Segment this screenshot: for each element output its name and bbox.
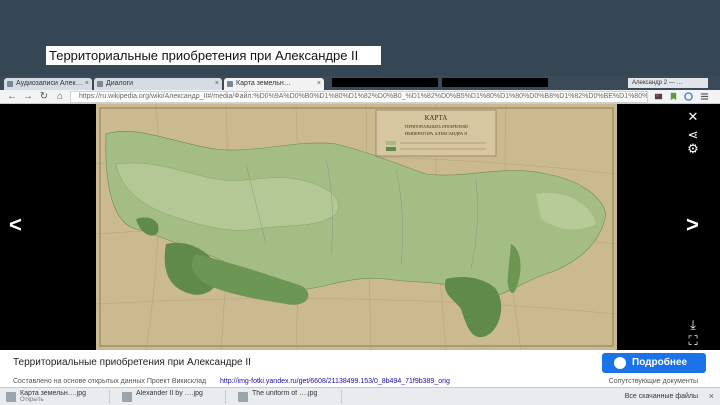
file-icon (6, 392, 16, 402)
tab-map[interactable]: Карта земельн… × (224, 78, 324, 90)
download-status: Открыть (20, 397, 44, 403)
extension-icon[interactable] (654, 92, 663, 101)
map-subtitle-1: ТЕРРИТОРІАЛЬНЫХЪ ПРІОБРѢТЕНІЙ (404, 124, 468, 129)
download-name: The uniform of ….jpg (252, 390, 318, 397)
tab-close-icon[interactable]: × (215, 78, 219, 90)
tab-label: Диалоги (106, 80, 134, 87)
historical-map-image: КАРТА ТЕРРИТОРІАЛЬНЫХЪ ПРІОБРѢТЕНІЙ ИМПЕ… (96, 104, 617, 350)
home-icon[interactable]: ⌂ (54, 91, 66, 103)
slide-header: Территориальные приобретения при Алексан… (0, 0, 720, 76)
bookmark-icon[interactable] (669, 92, 678, 101)
reload-icon[interactable]: ↻ (38, 91, 50, 103)
image-caption: Территориальные приобретения при Алексан… (13, 357, 251, 368)
source-row: Составлено на основе открытых данных Про… (0, 376, 720, 387)
tab-label: Аудиозаписи Алек… (16, 80, 83, 87)
download-name: Alexander II by ….jpg (136, 390, 203, 397)
settings-icon[interactable]: ⚙ (686, 142, 700, 156)
favicon-icon (227, 81, 233, 87)
tab-close-icon[interactable]: × (85, 78, 89, 90)
download-item[interactable]: Alexander II by ….jpg (118, 390, 226, 404)
redacted-tab (332, 78, 438, 87)
file-icon (238, 392, 248, 402)
forward-icon[interactable]: → (22, 91, 34, 103)
tab-dialogs[interactable]: Диалоги × (94, 78, 222, 90)
url-input[interactable]: https://ru.wikipedia.org/wiki/Александр_… (70, 91, 648, 103)
share-icon[interactable]: ⋖ (686, 128, 700, 142)
chevron-left-icon[interactable]: < (9, 214, 22, 236)
menu-icon[interactable] (700, 92, 709, 101)
download-item[interactable]: The uniform of ….jpg (234, 390, 342, 404)
tab-label: Карта земельн… (236, 80, 291, 87)
file-icon (122, 392, 132, 402)
slide-title: Территориальные приобретения при Алексан… (46, 46, 381, 65)
tab-close-icon[interactable]: × (317, 78, 321, 90)
favicon-icon (97, 81, 103, 87)
caption-bar: Территориальные приобретения при Алексан… (0, 350, 720, 376)
image-lightbox: КАРТА ТЕРРИТОРІАЛЬНЫХЪ ПРІОБРѢТЕНІЙ ИМПЕ… (0, 104, 720, 350)
map-title: КАРТА (425, 114, 448, 122)
map-subtitle-2: ИМПЕРАТОРА АЛЕКСАНДРА II (405, 131, 468, 136)
chevron-right-icon[interactable]: > (686, 214, 699, 236)
more-details-label: Подробнее (632, 357, 688, 368)
redacted-tab (442, 78, 548, 87)
back-icon[interactable]: ← (6, 91, 18, 103)
sync-icon[interactable] (684, 92, 693, 101)
fullscreen-icon[interactable]: ⛶ (686, 334, 700, 348)
show-all-downloads[interactable]: Все скачанные файлы (625, 393, 698, 400)
close-icon[interactable]: × (709, 391, 714, 401)
address-bar: ← → ↻ ⌂ https://ru.wikipedia.org/wiki/Ал… (0, 90, 720, 104)
downloads-bar: Карта земельн….jpg Открыть Alexander II … (0, 387, 720, 405)
download-name: Карта земельн….jpg (20, 390, 87, 397)
download-icon[interactable]: ⤓ (686, 318, 700, 332)
info-icon (614, 357, 626, 369)
source-text: Составлено на основе открытых данных Про… (13, 378, 207, 385)
related-docs-link[interactable]: Сопутствующие документы (609, 376, 698, 387)
source-link[interactable]: http://img-fotki.yandex.ru/get/6608/2113… (220, 376, 450, 387)
download-item[interactable]: Карта земельн….jpg Открыть (2, 390, 110, 404)
more-details-button[interactable]: Подробнее (602, 353, 706, 373)
favicon-icon (7, 81, 13, 87)
close-icon[interactable]: ✕ (686, 110, 700, 124)
tab-audio[interactable]: Аудиозаписи Алек… × (4, 78, 92, 90)
tab-right[interactable]: Александр 2 — … (628, 78, 708, 88)
